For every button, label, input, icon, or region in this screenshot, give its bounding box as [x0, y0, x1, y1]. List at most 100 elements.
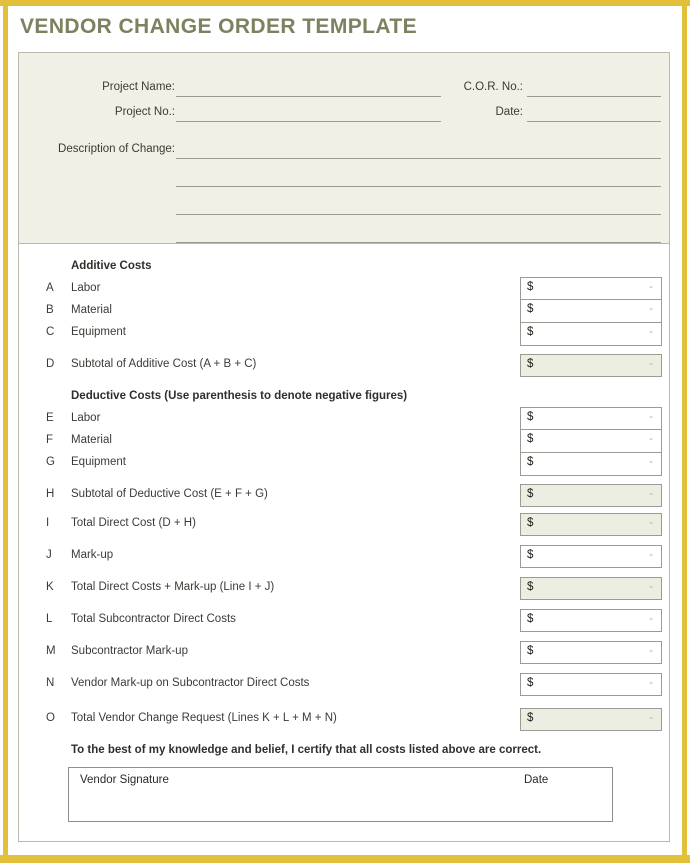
row-label-total-direct-plus-markup: Total Direct Costs + Mark-up (Line I + J… [71, 581, 275, 593]
amount-value: - [649, 411, 653, 423]
row-letter-a: A [46, 282, 54, 294]
input-description-line-3[interactable] [176, 214, 661, 215]
amount-value: - [649, 581, 653, 593]
amount-value: - [649, 613, 653, 625]
amount-input-l[interactable]: $ - [520, 609, 662, 632]
label-date: Date: [495, 106, 524, 118]
signature-date-label: Date [524, 774, 549, 786]
row-label-material-deductive: Material [71, 434, 112, 446]
currency-symbol: $ [527, 326, 534, 338]
row-label-total-direct-cost: Total Direct Cost (D + H) [71, 517, 196, 529]
currency-symbol: $ [527, 517, 534, 529]
amount-input-m[interactable]: $ - [520, 641, 662, 664]
row-label-labor-deductive: Labor [71, 412, 101, 424]
amount-input-d[interactable]: $ - [520, 354, 662, 377]
amount-input-g[interactable]: $ - [520, 453, 662, 476]
input-project-no[interactable] [176, 121, 441, 122]
row-letter-k: K [46, 581, 54, 593]
amount-input-i[interactable]: $ - [520, 513, 662, 536]
input-date[interactable] [527, 121, 661, 122]
label-project-no: Project No.: [114, 106, 175, 118]
row-letter-d: D [46, 358, 55, 370]
row-label-equipment-additive: Equipment [71, 326, 126, 338]
section-heading-deductive: Deductive Costs (Use parenthesis to deno… [71, 390, 408, 402]
currency-symbol: $ [527, 488, 534, 500]
amount-value: - [649, 517, 653, 529]
currency-symbol: $ [527, 581, 534, 593]
amount-input-c[interactable]: $ - [520, 323, 662, 346]
signature-box[interactable]: Vendor Signature Date [68, 767, 613, 822]
row-letter-m: M [46, 645, 56, 657]
amount-input-a[interactable]: $ - [520, 277, 662, 300]
row-letter-h: H [46, 488, 55, 500]
amount-value: - [649, 303, 653, 315]
amount-input-o[interactable]: $ - [520, 708, 662, 731]
row-label-subcontractor-mark-up: Subcontractor Mark-up [71, 645, 188, 657]
row-letter-g: G [46, 456, 55, 468]
amount-value: - [649, 645, 653, 657]
amount-input-f[interactable]: $ - [520, 430, 662, 453]
amount-value: - [649, 281, 653, 293]
certification-statement: To the best of my knowledge and belief, … [71, 744, 542, 756]
row-label-total-subcontractor-direct-costs: Total Subcontractor Direct Costs [71, 613, 236, 625]
page-title: VENDOR CHANGE ORDER TEMPLATE [20, 15, 417, 38]
row-letter-c: C [46, 326, 55, 338]
currency-symbol: $ [527, 712, 534, 724]
row-letter-e: E [46, 412, 54, 424]
row-label-material-additive: Material [71, 304, 112, 316]
label-cor-no: C.O.R. No.: [463, 81, 523, 93]
amount-input-b[interactable]: $ - [520, 300, 662, 323]
input-project-name[interactable] [176, 96, 441, 97]
currency-symbol: $ [527, 456, 534, 468]
currency-symbol: $ [527, 645, 534, 657]
row-label-total-vendor-change-request: Total Vendor Change Request (Lines K + L… [71, 712, 337, 724]
currency-symbol: $ [527, 303, 534, 315]
amount-input-e[interactable]: $ - [520, 407, 662, 430]
page-canvas: VENDOR CHANGE ORDER TEMPLATE Project Nam… [8, 6, 682, 855]
row-letter-n: N [46, 677, 55, 689]
amount-input-k[interactable]: $ - [520, 577, 662, 600]
page-border-right [682, 0, 687, 863]
currency-symbol: $ [527, 433, 534, 445]
row-letter-f: F [46, 434, 54, 446]
currency-symbol: $ [527, 358, 534, 370]
form-container: Project Name: Project No.: C.O.R. No.: D… [18, 52, 670, 842]
currency-symbol: $ [527, 677, 534, 689]
amount-input-j[interactable]: $ - [520, 545, 662, 568]
amount-value: - [649, 358, 653, 370]
row-label-mark-up: Mark-up [71, 549, 114, 561]
row-label-labor-additive: Labor [71, 282, 101, 294]
amount-value: - [649, 677, 653, 689]
input-description-line-4[interactable] [176, 242, 661, 243]
amount-value: - [649, 549, 653, 561]
amount-value: - [649, 326, 653, 338]
input-description-line-1[interactable] [176, 158, 661, 159]
row-label-vendor-markup-on-subcontractor: Vendor Mark-up on Subcontractor Direct C… [71, 677, 310, 689]
input-cor-no[interactable] [527, 96, 661, 97]
row-letter-b: B [46, 304, 54, 316]
currency-symbol: $ [527, 411, 534, 423]
amount-value: - [649, 712, 653, 724]
currency-symbol: $ [527, 281, 534, 293]
form-header-block: Project Name: Project No.: C.O.R. No.: D… [19, 53, 669, 244]
row-label-subtotal-deductive: Subtotal of Deductive Cost (E + F + G) [71, 488, 268, 500]
section-heading-additive: Additive Costs [71, 260, 152, 272]
row-letter-i: I [46, 517, 50, 529]
vendor-signature-label: Vendor Signature [80, 774, 169, 786]
currency-symbol: $ [527, 613, 534, 625]
row-label-equipment-deductive: Equipment [71, 456, 126, 468]
row-letter-l: L [46, 613, 53, 625]
label-project-name: Project Name: [102, 81, 175, 93]
amount-input-n[interactable]: $ - [520, 673, 662, 696]
amount-value: - [649, 433, 653, 445]
input-description-line-2[interactable] [176, 186, 661, 187]
page-border-bottom [0, 855, 690, 863]
page-root: VENDOR CHANGE ORDER TEMPLATE Project Nam… [0, 0, 690, 863]
row-letter-o: O [46, 712, 55, 724]
row-letter-j: J [46, 549, 52, 561]
label-description-of-change: Description of Change: [58, 143, 175, 155]
currency-symbol: $ [527, 549, 534, 561]
amount-input-h[interactable]: $ - [520, 484, 662, 507]
row-label-subtotal-additive: Subtotal of Additive Cost (A + B + C) [71, 358, 257, 370]
amount-value: - [649, 488, 653, 500]
